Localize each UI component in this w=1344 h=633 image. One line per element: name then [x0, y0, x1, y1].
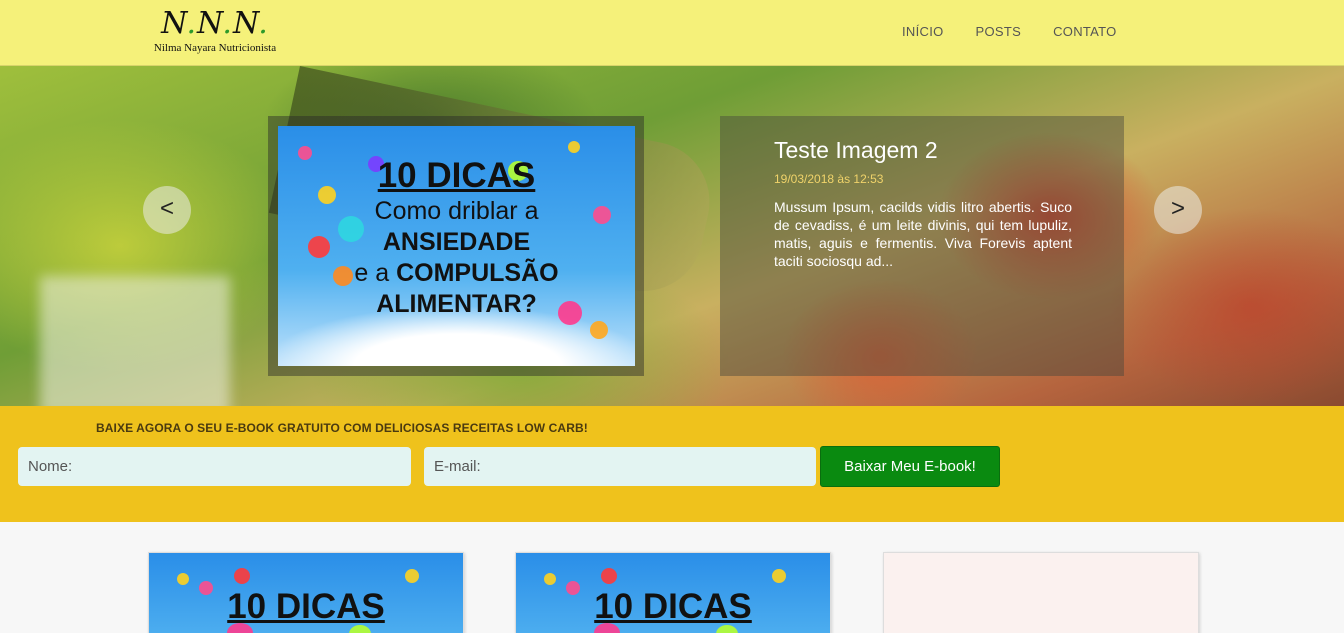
site-header: N.N.N. Nilma Nayara Nutricionista INÍCIO… — [0, 0, 1344, 66]
slide-image-line: e a COMPULSÃO — [354, 259, 559, 287]
slide-caption: Teste Imagem 2 19/03/2018 às 12:53 Mussu… — [720, 116, 1124, 376]
post-thumbnail: 10 DICAS — [516, 553, 830, 633]
slide-excerpt: Mussum Ipsum, cacilds vidis litro aberti… — [774, 199, 1072, 269]
post-card[interactable]: 10 DICAS — [515, 552, 831, 633]
balloon-decoration — [601, 568, 617, 584]
ebook-title: BAIXE AGORA O SEU E-BOOK GRATUITO COM DE… — [96, 421, 588, 435]
name-input[interactable] — [18, 447, 411, 486]
balloon-decoration — [177, 573, 189, 585]
slide-title[interactable]: Teste Imagem 2 — [774, 134, 1072, 166]
hero-background-highlight — [40, 276, 230, 406]
nav-inicio-link[interactable]: INÍCIO — [886, 24, 960, 39]
nav-posts-link[interactable]: POSTS — [960, 24, 1038, 39]
slide-image[interactable]: 10 DICAS Como driblar a ANSIEDADE e a CO… — [278, 126, 635, 366]
nav-contato-link[interactable]: CONTATO — [1037, 24, 1133, 39]
site-logo[interactable]: N.N.N. Nilma Nayara Nutricionista — [140, 6, 290, 58]
slide-image-line: ALIMENTAR? — [376, 290, 537, 318]
balloon-decoration — [234, 568, 250, 584]
logo-subtitle: Nilma Nayara Nutricionista — [153, 42, 277, 54]
balloon-decoration — [405, 569, 419, 583]
logo-mark: N.N.N. — [161, 6, 269, 41]
slide-image-line: ANSIEDADE — [382, 228, 531, 256]
email-input[interactable] — [424, 447, 816, 486]
hero-slider: 10 DICAS Como driblar a ANSIEDADE e a CO… — [0, 66, 1344, 406]
balloon-decoration — [544, 573, 556, 585]
slide-image-frame: 10 DICAS Como driblar a ANSIEDADE e a CO… — [268, 116, 644, 376]
slide-date: 19/03/2018 às 12:53 — [774, 172, 884, 186]
slide-image-line: Como driblar a — [374, 197, 539, 225]
post-thumbnail: 10 DICAS — [149, 553, 463, 633]
posts-section: 10 DICAS 10 DICAS — [0, 522, 1344, 633]
post-card[interactable]: 10 DICAS — [148, 552, 464, 633]
post-card[interactable] — [883, 552, 1199, 633]
main-nav: INÍCIO POSTS CONTATO — [886, 24, 1133, 39]
slide-image-headline: 10 DICAS — [377, 156, 536, 195]
slide-image-text: 10 DICAS Como driblar a ANSIEDADE e a CO… — [278, 126, 635, 320]
download-ebook-button[interactable]: Baixar Meu E-book! — [820, 446, 1000, 487]
balloon-decoration — [590, 321, 608, 339]
balloon-decoration — [772, 569, 786, 583]
ebook-signup: BAIXE AGORA O SEU E-BOOK GRATUITO COM DE… — [0, 406, 1344, 522]
post-thumbnail-title: 10 DICAS — [594, 587, 752, 626]
post-thumbnail-title: 10 DICAS — [227, 587, 385, 626]
slider-next-button[interactable]: > — [1154, 186, 1202, 234]
slider-prev-button[interactable]: < — [143, 186, 191, 234]
